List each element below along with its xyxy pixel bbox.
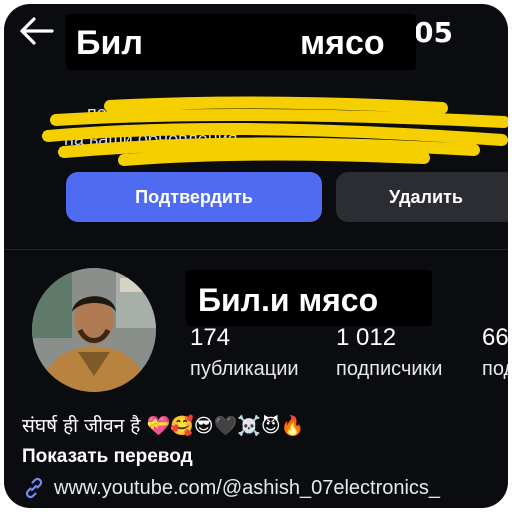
bio-text: संघर्ष ही जीवन है 💝🥰😎🖤☠️😈🔥 bbox=[22, 415, 305, 437]
show-translation-link[interactable]: Показать перевод bbox=[22, 446, 193, 468]
link-icon bbox=[25, 477, 43, 499]
divider bbox=[4, 249, 508, 250]
profile-link[interactable]: www.youtube.com/@ashish_07electronics_ bbox=[22, 474, 440, 502]
follow-request-notice: … подписать на ваши обновления bbox=[4, 96, 508, 166]
top-bar: 05 Бил мясо bbox=[4, 4, 508, 78]
link-text[interactable]: www.youtube.com/@ashish_07electronics_ bbox=[54, 477, 440, 500]
app-frame: 05 Бил мясо … подписать на ваши обновлен… bbox=[4, 4, 508, 508]
followers-label[interactable]: подписчики bbox=[336, 358, 442, 381]
avatar-photo-icon bbox=[32, 268, 156, 392]
posts-count[interactable]: 174 bbox=[190, 324, 230, 352]
yellow-redaction-scribble bbox=[42, 96, 508, 166]
avatar[interactable] bbox=[32, 268, 156, 392]
confirm-button[interactable]: Подтвердить bbox=[66, 172, 322, 222]
back-arrow-icon[interactable] bbox=[16, 14, 56, 48]
username-tail: 05 bbox=[414, 16, 453, 49]
following-label[interactable]: под bbox=[482, 358, 508, 381]
page-title-part-1: Бил bbox=[76, 24, 143, 62]
following-count[interactable]: 66 bbox=[482, 324, 508, 352]
posts-label[interactable]: публикации bbox=[190, 358, 299, 381]
page-title-part-2: мясо bbox=[300, 24, 385, 62]
profile-name: Бил.и мясо bbox=[198, 282, 379, 318]
followers-count[interactable]: 1 012 bbox=[336, 324, 396, 352]
delete-button[interactable]: Удалить bbox=[336, 172, 508, 222]
